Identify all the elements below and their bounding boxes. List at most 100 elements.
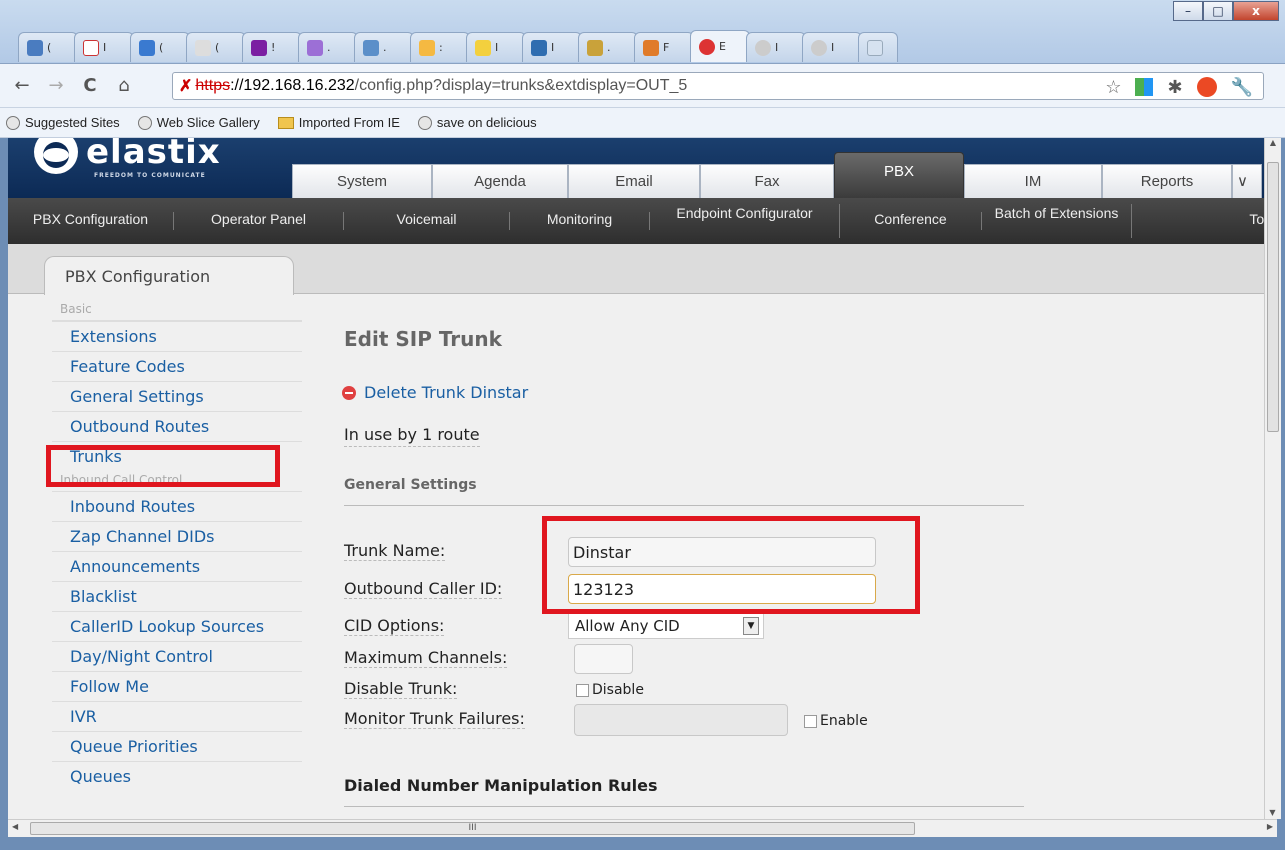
scroll-left-arrow-icon[interactable]: ◀ (12, 822, 18, 831)
gmail-favicon-icon (83, 39, 99, 56)
back-arrow-icon[interactable]: ← (12, 75, 32, 96)
sidebar-group-basic: Basic (52, 295, 302, 321)
horizontal-scroll-thumb[interactable]: III (30, 822, 915, 835)
site-favicon-icon (419, 39, 435, 56)
maximum-channels-input[interactable] (574, 644, 633, 674)
scroll-up-arrow-icon[interactable]: ▲ (1265, 138, 1281, 147)
tab-agenda[interactable]: Agenda (432, 164, 568, 198)
sidebar-item-general-settings[interactable]: General Settings (52, 381, 302, 411)
sidebar-item-feature-codes[interactable]: Feature Codes (52, 351, 302, 381)
address-bar[interactable]: ✗ https://192.168.16.232/config.php?disp… (172, 72, 1264, 100)
subnav-operator-panel[interactable]: Operator Panel (174, 212, 344, 230)
sidebar-item-blacklist[interactable]: Blacklist (52, 581, 302, 611)
browser-tab[interactable]: ( (186, 32, 246, 62)
pbx-configuration-tab[interactable]: PBX Configuration (44, 256, 294, 295)
plus-icon (867, 39, 883, 56)
yahoo-favicon-icon (251, 39, 267, 56)
delete-icon (342, 385, 356, 400)
sidebar-item-announcements[interactable]: Announcements (52, 551, 302, 581)
extension-blocks-icon[interactable] (1135, 78, 1154, 96)
scroll-down-arrow-icon[interactable]: ▼ (1265, 808, 1280, 817)
browser-tab[interactable]: I (466, 32, 526, 62)
browser-tab[interactable]: I (522, 32, 582, 62)
tab-system[interactable]: System (292, 164, 432, 198)
subnav-pbx-configuration[interactable]: PBX Configuration (8, 212, 174, 230)
horizontal-scrollbar[interactable]: ◀ III ▶ (8, 819, 1277, 837)
bookmark-imported-from-ie[interactable]: Imported From IE (277, 115, 400, 130)
browser-tab-active[interactable]: E (690, 30, 750, 62)
home-icon[interactable]: ⌂ (114, 75, 134, 96)
browser-toolbar: ← → C ⌂ ✗ https://192.168.16.232/config.… (0, 64, 1285, 108)
globe-icon (137, 115, 152, 130)
browser-tab[interactable]: ( (130, 32, 190, 62)
close-button[interactable]: x (1233, 1, 1279, 21)
new-tab-button[interactable] (858, 32, 898, 62)
sidebar-item-ivr[interactable]: IVR (52, 701, 302, 731)
stumbleupon-icon[interactable] (1196, 77, 1217, 97)
tab-im[interactable]: IM (964, 164, 1102, 198)
browser-tab[interactable]: ! (242, 32, 302, 62)
caller-id-highlight-box (542, 516, 920, 614)
browser-tab[interactable]: . (578, 32, 638, 62)
delete-trunk-link[interactable]: Delete Trunk Dinstar (342, 383, 528, 402)
browser-tab[interactable]: I (802, 32, 862, 62)
vertical-scroll-thumb[interactable] (1267, 162, 1279, 432)
bug-icon[interactable]: ✱ (1167, 77, 1182, 98)
vertical-scrollbar[interactable]: ▲ ▼ (1264, 138, 1281, 819)
sidebar-item-zap-channel-dids[interactable]: Zap Channel DIDs (52, 521, 302, 551)
subnav-batch-of-extensions[interactable]: Batch of Extensions (982, 204, 1132, 238)
scroll-right-arrow-icon[interactable]: ▶ (1267, 822, 1273, 831)
dropdown-arrow-icon: ▼ (743, 617, 759, 635)
site-favicon-icon (643, 39, 659, 56)
tab-email[interactable]: Email (568, 164, 700, 198)
sidebar-item-callerid-lookup-sources[interactable]: CallerID Lookup Sources (52, 611, 302, 641)
browser-tab[interactable]: ( (18, 32, 78, 62)
star-icon[interactable]: ☆ (1105, 77, 1121, 98)
wrench-icon[interactable]: 🔧 (1231, 77, 1253, 98)
browser-tab[interactable]: . (354, 32, 414, 62)
subnav-conference[interactable]: Conference (840, 212, 982, 230)
checkbox-icon (576, 683, 589, 697)
url-scheme: https (195, 77, 231, 94)
subnav-endpoint-configurator[interactable]: Endpoint Configurator (650, 204, 840, 238)
reload-icon[interactable]: C (80, 75, 100, 96)
minimize-button[interactable]: – (1173, 1, 1203, 21)
disable-trunk-checkbox[interactable]: Disable (576, 682, 644, 698)
module-tab-row: PBX Configuration (8, 244, 1277, 295)
folder-icon (277, 116, 294, 129)
subnav-monitoring[interactable]: Monitoring (510, 212, 650, 230)
sidebar-item-extensions[interactable]: Extensions (52, 321, 302, 351)
checkbox-icon (804, 714, 817, 728)
forward-arrow-icon[interactable]: → (46, 75, 66, 96)
elastix-favicon-icon (699, 38, 715, 55)
tab-reports[interactable]: Reports (1102, 164, 1232, 198)
monitor-enable-checkbox[interactable]: Enable (804, 713, 868, 729)
dialed-rules-heading: Dialed Number Manipulation Rules (344, 776, 658, 795)
sidebar-item-inbound-routes[interactable]: Inbound Routes (52, 491, 302, 521)
browser-tab[interactable]: . (298, 32, 358, 62)
bookmark-suggested-sites[interactable]: Suggested Sites (6, 115, 120, 130)
tabs-more-chevron-icon[interactable]: ∨ (1232, 164, 1262, 198)
browser-tab[interactable]: : (410, 32, 470, 62)
site-favicon-icon (475, 39, 491, 56)
browser-tab[interactable]: I (746, 32, 806, 62)
site-favicon-icon (139, 39, 155, 56)
monitor-trunk-failures-input[interactable] (574, 704, 788, 736)
sidebar-item-queue-priorities[interactable]: Queue Priorities (52, 731, 302, 761)
bookmark-save-on-delicious[interactable]: save on delicious (417, 115, 537, 130)
browser-tab[interactable]: F (634, 32, 694, 62)
sidebar-item-queues[interactable]: Queues (52, 761, 302, 791)
bookmark-web-slice-gallery[interactable]: Web Slice Gallery (137, 115, 260, 130)
subnav-voicemail[interactable]: Voicemail (344, 212, 510, 230)
cid-options-select[interactable]: Allow Any CID ▼ (568, 613, 764, 639)
sidebar-item-day-night-control[interactable]: Day/Night Control (52, 641, 302, 671)
tab-fax[interactable]: Fax (700, 164, 834, 198)
browser-tab-strip: ( I ( ( ! . . : I I . F E I I (18, 30, 898, 62)
tab-pbx[interactable]: PBX (834, 152, 964, 198)
trunk-name-label: Trunk Name: (344, 541, 446, 561)
subnav-tools[interactable]: Tool (1132, 212, 1277, 230)
maximize-button[interactable]: □ (1203, 1, 1233, 21)
browser-tab[interactable]: I (74, 32, 134, 62)
sidebar-item-outbound-routes[interactable]: Outbound Routes (52, 411, 302, 441)
sidebar-item-follow-me[interactable]: Follow Me (52, 671, 302, 701)
